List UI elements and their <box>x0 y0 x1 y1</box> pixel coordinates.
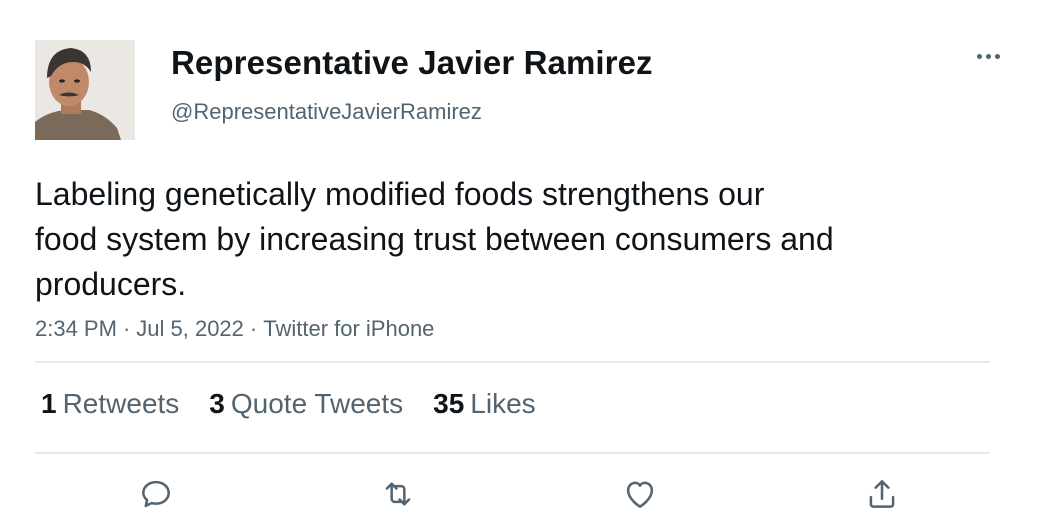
reply-button[interactable] <box>136 474 176 514</box>
retweet-button[interactable] <box>378 474 418 514</box>
tweet-text-line: Labeling genetically modified foods stre… <box>35 176 765 212</box>
tweet-source[interactable]: Twitter for iPhone <box>263 316 434 341</box>
reply-icon <box>142 480 170 508</box>
display-name[interactable]: Representative Javier Ramirez <box>171 44 653 82</box>
tweet-time[interactable]: 2:34 PM <box>35 316 117 341</box>
avatar-photo <box>35 40 135 140</box>
more-dot <box>985 53 991 59</box>
tweet-text-line: food system by increasing trust between … <box>35 221 834 257</box>
heart-icon <box>626 481 654 508</box>
engagement-stats: 1 Retweets 3 Quote Tweets 35 Likes <box>41 388 536 420</box>
tweet-text: Labeling genetically modified foods stre… <box>35 172 955 307</box>
tweet-metadata: 2:34 PM · Jul 5, 2022 · Twitter for iPhone <box>35 316 434 342</box>
retweets-stat[interactable]: 1 Retweets <box>41 388 179 420</box>
tweet-date[interactable]: Jul 5, 2022 <box>136 316 244 341</box>
like-button[interactable] <box>620 474 660 514</box>
retweets-label: Retweets <box>62 388 180 419</box>
meta-separator: · <box>122 316 131 341</box>
avatar[interactable] <box>35 40 135 140</box>
likes-count: 35 <box>433 388 465 419</box>
divider <box>35 452 990 454</box>
quote-tweets-label: Quote Tweets <box>230 388 404 419</box>
retweet-icon <box>385 482 411 506</box>
share-button[interactable] <box>862 474 902 514</box>
quote-tweets-count: 3 <box>209 388 225 419</box>
more-dots-icon <box>976 53 982 59</box>
likes-label: Likes <box>470 388 536 419</box>
meta-separator: · <box>249 316 258 341</box>
tweet-card: Representative Javier Ramirez @Represent… <box>0 0 1050 525</box>
quote-tweets-stat[interactable]: 3 Quote Tweets <box>209 388 403 420</box>
more-options-button[interactable] <box>970 42 1006 70</box>
divider <box>35 361 990 363</box>
user-handle[interactable]: @RepresentativeJavierRamirez <box>171 99 482 125</box>
tweet-text-line: producers. <box>35 266 187 302</box>
retweets-count: 1 <box>41 388 57 419</box>
share-icon <box>869 480 895 508</box>
likes-stat[interactable]: 35 Likes <box>433 388 536 420</box>
more-dot <box>994 53 1000 59</box>
